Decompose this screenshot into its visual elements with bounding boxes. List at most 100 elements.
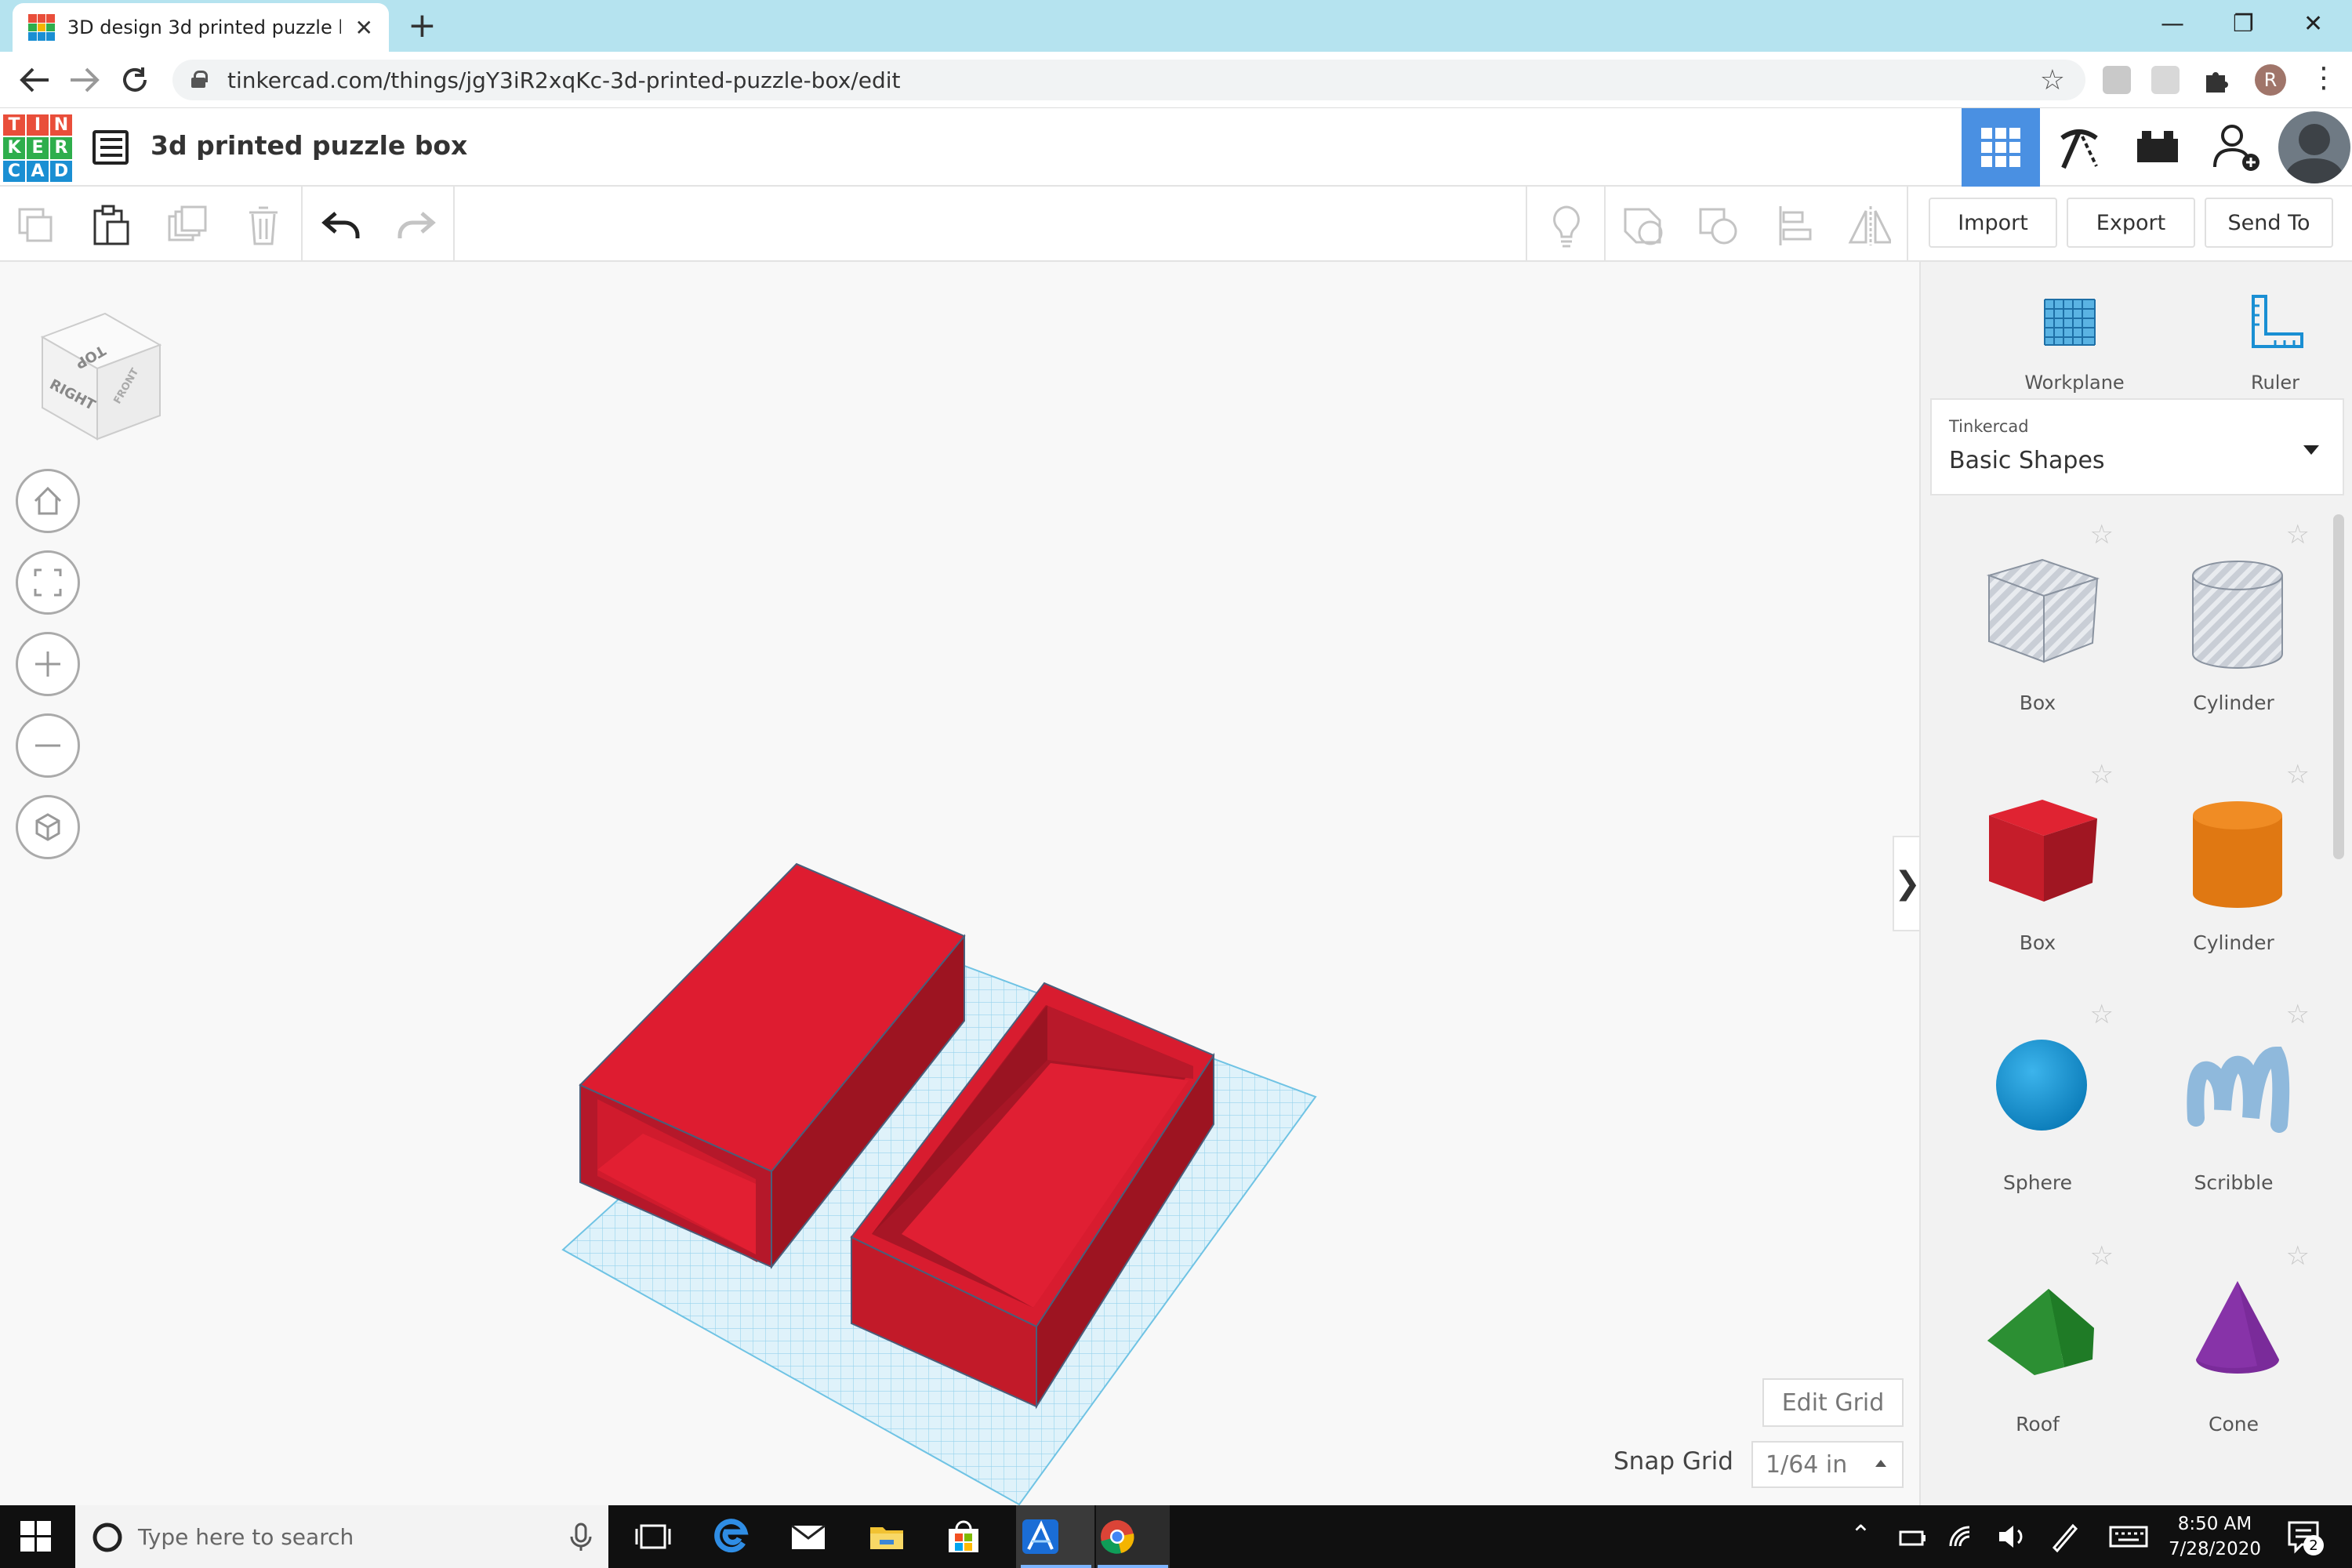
collapse-panel-button[interactable]: ❯: [1893, 836, 1921, 931]
profile-avatar[interactable]: R: [2255, 64, 2286, 96]
edge-browser-icon[interactable]: [712, 1518, 751, 1555]
browser-tab[interactable]: 3D design 3d printed puzzle box ✕: [13, 3, 389, 52]
shape-cone[interactable]: Cone ☆: [2136, 1234, 2332, 1469]
design-list-icon[interactable]: [93, 130, 129, 165]
shape-label: Cylinder: [2193, 691, 2274, 714]
cortana-circle-icon: [93, 1523, 122, 1552]
favorite-star-icon[interactable]: ☆: [2090, 519, 2114, 550]
chrome-icon[interactable]: [1098, 1518, 1137, 1555]
bookmark-star-icon[interactable]: ☆: [2040, 64, 2065, 96]
box-hole-icon: [1986, 558, 2100, 663]
snap-grid-select[interactable]: 1/64 in: [1751, 1441, 1904, 1488]
pen-icon[interactable]: [2049, 1521, 2089, 1559]
duplicate-button[interactable]: [166, 204, 210, 248]
close-tab-icon[interactable]: ✕: [355, 15, 373, 41]
favorite-star-icon[interactable]: ☆: [2286, 999, 2310, 1030]
codeblocks-button[interactable]: [2040, 108, 2118, 187]
workplane-label: Workplane: [2024, 372, 2125, 394]
ruler-tool[interactable]: Ruler: [2205, 282, 2346, 416]
tinkercad-header: TIN KER CAD 3d printed puzzle box: [0, 108, 2352, 187]
close-window-button[interactable]: ✕: [2303, 5, 2323, 44]
logo-letter: A: [27, 160, 49, 182]
edit-grid-button[interactable]: Edit Grid: [1762, 1378, 1904, 1427]
cylinder-hole-icon: [2192, 561, 2283, 669]
taskbar-clock[interactable]: 8:50 AM 7/28/2020: [2164, 1512, 2266, 1562]
project-title[interactable]: 3d printed puzzle box: [151, 130, 467, 161]
address-bar[interactable]: tinkercad.com/things/jgY3iR2xqKc-3d-prin…: [172, 60, 2085, 100]
extensions-puzzle-icon[interactable]: [2201, 66, 2230, 94]
windows-start-icon[interactable]: [20, 1521, 60, 1559]
favorite-star-icon[interactable]: ☆: [2090, 999, 2114, 1030]
extension-copy-icon[interactable]: [2151, 66, 2180, 94]
back-arrow-icon[interactable]: [19, 66, 50, 94]
shape-box-hole[interactable]: Box ☆: [1940, 513, 2136, 748]
keyboard-icon[interactable]: [2109, 1523, 2148, 1560]
lightbulb-icon: [1553, 205, 1580, 248]
shape-label: Box: [2019, 691, 2056, 714]
shape-roof[interactable]: Roof ☆: [1940, 1234, 2136, 1469]
redo-button[interactable]: [394, 204, 437, 248]
workplane-tool[interactable]: Workplane: [2004, 282, 2145, 416]
favorite-star-icon[interactable]: ☆: [2090, 759, 2114, 790]
align-button[interactable]: [1773, 204, 1817, 248]
tinkercad-logo[interactable]: TIN KER CAD: [3, 114, 72, 182]
notes-button[interactable]: [1544, 204, 1588, 248]
forward-arrow-icon[interactable]: [69, 66, 100, 94]
restore-button[interactable]: ❐: [2233, 5, 2254, 44]
logo-letter: N: [50, 114, 72, 136]
favorite-star-icon[interactable]: ☆: [2286, 1240, 2310, 1272]
taskbar-search-box[interactable]: Type here to search: [75, 1505, 608, 1568]
favorite-star-icon[interactable]: ☆: [2286, 519, 2310, 550]
invite-user-button[interactable]: [2198, 108, 2277, 187]
favorite-star-icon[interactable]: ☆: [2286, 759, 2310, 790]
reload-icon[interactable]: [119, 64, 151, 96]
caret-down-icon: [2303, 445, 2319, 455]
shape-cylinder-hole[interactable]: Cylinder ☆: [2136, 513, 2332, 748]
undo-button[interactable]: [320, 204, 364, 248]
volume-icon[interactable]: [1996, 1523, 2035, 1560]
shape-label: Cylinder: [2193, 931, 2274, 954]
battery-icon[interactable]: [1897, 1523, 1936, 1560]
mail-icon[interactable]: [789, 1518, 828, 1555]
library-name: Basic Shapes: [1949, 447, 2105, 474]
affinity-designer-icon[interactable]: [1021, 1518, 1060, 1555]
trash-icon: [249, 206, 278, 245]
minimize-button[interactable]: —: [2161, 5, 2184, 44]
shape-box[interactable]: Box ☆: [1940, 753, 2136, 988]
favorite-star-icon[interactable]: ☆: [2090, 1240, 2114, 1272]
store-icon[interactable]: [944, 1518, 983, 1555]
bricks-button[interactable]: [2118, 108, 2197, 187]
user-avatar[interactable]: [2278, 111, 2350, 183]
workplane-canvas[interactable]: TOP RIGHT FRONT Edit Grid Snap Grid 1/64…: [0, 262, 1921, 1505]
shape-scribble[interactable]: Scribble ☆: [2136, 993, 2332, 1228]
delete-button[interactable]: [241, 204, 285, 248]
microphone-icon[interactable]: [569, 1523, 593, 1552]
extension-r-icon[interactable]: [2103, 66, 2131, 94]
paste-button[interactable]: [89, 204, 133, 248]
shape-sphere[interactable]: Sphere ☆: [1940, 993, 2136, 1228]
mirror-button[interactable]: [1847, 204, 1891, 248]
3d-view-button[interactable]: [1962, 108, 2040, 187]
shape-label: Sphere: [2002, 1171, 2073, 1194]
shape-cylinder[interactable]: Cylinder ☆: [2136, 753, 2332, 988]
shape-grid: Box ☆ Cylinder ☆ Box ☆ Cylinder ☆ Sphere…: [1921, 513, 2344, 1505]
import-button[interactable]: Import: [1929, 198, 2057, 248]
copy-button[interactable]: [14, 204, 58, 248]
ungroup-button[interactable]: [1697, 204, 1740, 248]
ruler-label: Ruler: [2250, 372, 2300, 394]
shape-library-dropdown[interactable]: Tinkercad Basic Shapes: [1930, 398, 2344, 495]
panel-scrollbar[interactable]: [2333, 514, 2344, 859]
task-view-icon[interactable]: [633, 1518, 673, 1555]
scene: [561, 862, 1317, 1505]
send-to-button[interactable]: Send To: [2205, 198, 2333, 248]
group-button[interactable]: [1621, 204, 1665, 248]
export-button[interactable]: Export: [2067, 198, 2195, 248]
browser-menu-icon[interactable]: ⋮: [2310, 63, 2338, 94]
notification-count-badge: 2: [2303, 1535, 2324, 1555]
new-tab-button[interactable]: +: [408, 6, 437, 45]
logo-letter: C: [3, 160, 25, 182]
show-hidden-icons-chevron[interactable]: ⌃: [1850, 1519, 1871, 1549]
wifi-icon[interactable]: [1947, 1523, 1987, 1560]
file-explorer-icon[interactable]: [867, 1518, 906, 1555]
library-subtitle: Tinkercad: [1949, 417, 2029, 436]
